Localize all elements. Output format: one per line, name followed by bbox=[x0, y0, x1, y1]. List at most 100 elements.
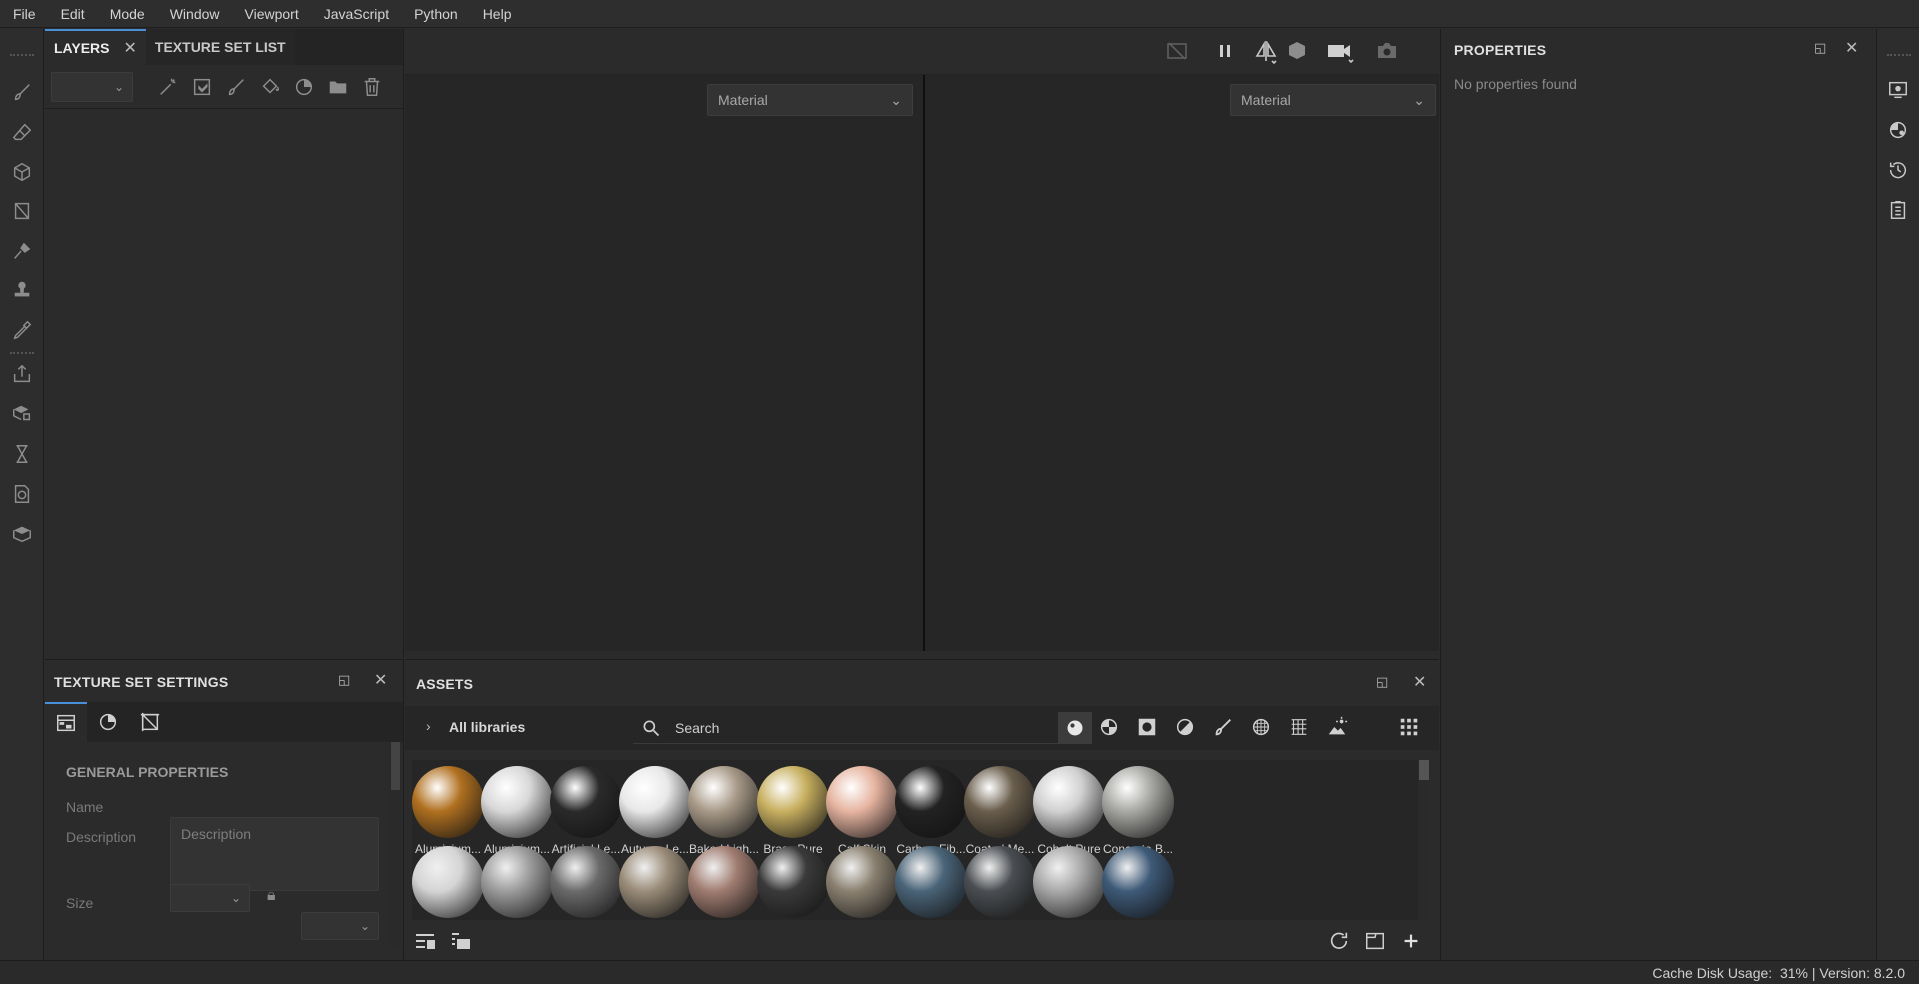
list-settings-icon bbox=[416, 934, 435, 949]
viewport-2d-material-select[interactable]: Material ⌄ bbox=[1230, 84, 1436, 116]
asset-tile[interactable]: Concrete B... bbox=[1096, 766, 1180, 856]
toolbar-grip[interactable] bbox=[1887, 54, 1911, 56]
menu-mode[interactable]: Mode bbox=[110, 6, 145, 22]
shader-settings-button[interactable] bbox=[1885, 117, 1911, 143]
grid-view-button[interactable] bbox=[1398, 716, 1420, 741]
chevron-down-icon: ⌄ bbox=[359, 919, 370, 933]
add-asset-button[interactable] bbox=[1400, 930, 1422, 955]
add-paint-layer-button[interactable] bbox=[219, 70, 253, 104]
viewport-3d-material-select[interactable]: Material ⌄ bbox=[707, 84, 913, 116]
history-button[interactable] bbox=[1885, 157, 1911, 183]
scrollbar-thumb[interactable] bbox=[390, 742, 400, 790]
new-folder-button[interactable] bbox=[1364, 930, 1386, 955]
filter-smart-materials-button[interactable] bbox=[1098, 716, 1120, 741]
filter-smart-masks-button[interactable] bbox=[1136, 716, 1158, 741]
size-height-dropdown[interactable]: ⌄ bbox=[301, 912, 379, 940]
clone-tool[interactable] bbox=[9, 277, 35, 303]
iray-tool[interactable] bbox=[9, 481, 35, 507]
layers-list[interactable] bbox=[45, 109, 403, 657]
projection-tool[interactable] bbox=[9, 159, 35, 185]
channel-dropdown[interactable]: ⌄ bbox=[51, 71, 133, 102]
pause-render-button[interactable] bbox=[1213, 39, 1237, 66]
log-button[interactable] bbox=[1885, 197, 1911, 223]
symmetry-button[interactable] bbox=[1253, 39, 1279, 68]
toolbar-grip[interactable] bbox=[10, 352, 34, 354]
smart-material-icon bbox=[1100, 718, 1118, 736]
display-mode-button[interactable] bbox=[1285, 39, 1309, 66]
texture-set-settings-body: GENERAL PROPERTIES Name Description Desc… bbox=[45, 742, 403, 947]
asset-thumbnail bbox=[412, 846, 484, 918]
asset-thumbnail bbox=[1102, 846, 1174, 918]
shelf-tool[interactable] bbox=[9, 521, 35, 547]
scrollbar-thumb[interactable] bbox=[1419, 760, 1429, 780]
lock-icon[interactable]: 🔒︎ bbox=[267, 887, 276, 905]
filter-textures-button[interactable] bbox=[1250, 716, 1272, 741]
hourglass-icon bbox=[16, 445, 28, 463]
asset-search-input[interactable]: Search bbox=[633, 712, 1058, 744]
menu-edit[interactable]: Edit bbox=[61, 6, 85, 22]
menu-help[interactable]: Help bbox=[483, 6, 512, 22]
close-icon[interactable]: ✕ bbox=[374, 670, 387, 690]
paint-brush-tool[interactable] bbox=[9, 79, 35, 105]
menu-python[interactable]: Python bbox=[414, 6, 458, 22]
scrollbar-track[interactable] bbox=[389, 742, 401, 947]
screenshot-button[interactable] bbox=[1375, 39, 1399, 66]
tab-layers[interactable]: LAYERS ✕ bbox=[45, 29, 146, 65]
smudge-tool[interactable] bbox=[9, 238, 35, 264]
menu-file[interactable]: File bbox=[13, 6, 36, 22]
viewport: Material ⌄ Material ⌄ bbox=[405, 29, 1439, 651]
delete-layer-button[interactable] bbox=[355, 70, 389, 104]
tab-texture-set-list[interactable]: TEXTURE SET LIST bbox=[145, 29, 295, 65]
cube-icon bbox=[13, 162, 31, 182]
library-settings-button[interactable] bbox=[413, 930, 437, 955]
size-width-dropdown[interactable]: ⌄ bbox=[170, 884, 250, 912]
close-icon[interactable]: ✕ bbox=[1845, 38, 1858, 58]
pause-icon bbox=[1220, 45, 1230, 57]
library-selector[interactable]: All libraries bbox=[449, 719, 525, 735]
close-icon[interactable]: ✕ bbox=[1413, 672, 1426, 692]
undock-icon[interactable]: ◱ bbox=[1376, 674, 1388, 690]
history-tool[interactable] bbox=[9, 441, 35, 467]
tab-general[interactable] bbox=[45, 702, 87, 742]
chevron-down-icon: ⌄ bbox=[1413, 92, 1425, 108]
asset-thumbnail bbox=[619, 846, 691, 918]
viewport-3d[interactable]: Material ⌄ bbox=[405, 75, 923, 651]
eraser-tool[interactable] bbox=[9, 119, 35, 145]
export-tool[interactable] bbox=[9, 361, 35, 387]
undock-icon[interactable]: ◱ bbox=[1814, 40, 1826, 56]
tab-mesh-maps[interactable] bbox=[87, 702, 129, 742]
cube-icon bbox=[1289, 42, 1305, 59]
camera-button[interactable] bbox=[1325, 39, 1357, 68]
color-picker-tool[interactable] bbox=[9, 317, 35, 343]
scrollbar-track[interactable] bbox=[1418, 760, 1430, 920]
undock-icon[interactable]: ◱ bbox=[338, 672, 350, 688]
description-label: Description bbox=[66, 829, 137, 845]
chevron-right-icon[interactable]: › bbox=[426, 718, 431, 734]
menu-viewport[interactable]: Viewport bbox=[245, 6, 299, 22]
menu-window[interactable]: Window bbox=[170, 6, 220, 22]
close-icon[interactable]: ✕ bbox=[124, 38, 137, 58]
bake-tool[interactable] bbox=[9, 401, 35, 427]
tab-uv-tiles[interactable] bbox=[129, 702, 171, 742]
viewport-2d[interactable]: Material ⌄ bbox=[925, 75, 1439, 651]
filter-environments-button[interactable] bbox=[1326, 716, 1348, 741]
refresh-button[interactable] bbox=[1328, 930, 1350, 955]
asset-tile[interactable] bbox=[1096, 846, 1180, 918]
filter-filters-button[interactable] bbox=[1174, 716, 1196, 741]
hide-overlay-button[interactable] bbox=[1165, 39, 1189, 66]
toolbar-grip[interactable] bbox=[10, 54, 34, 56]
add-mask-button[interactable] bbox=[185, 70, 219, 104]
polygon-fill-tool[interactable] bbox=[9, 198, 35, 224]
add-fill-layer-button[interactable] bbox=[253, 70, 287, 104]
add-effect-button[interactable] bbox=[151, 70, 185, 104]
add-material-button[interactable] bbox=[287, 70, 321, 104]
add-folder-button[interactable] bbox=[321, 70, 355, 104]
import-resources-button[interactable] bbox=[449, 930, 473, 955]
filter-procedurals-button[interactable] bbox=[1288, 716, 1310, 741]
filter-brushes-button[interactable] bbox=[1212, 716, 1234, 741]
menu-javascript[interactable]: JavaScript bbox=[324, 6, 389, 22]
filter-materials-button[interactable] bbox=[1058, 712, 1092, 744]
chevron-down-icon: ⌄ bbox=[890, 92, 902, 108]
display-settings-button[interactable] bbox=[1885, 77, 1911, 103]
description-field[interactable]: Description bbox=[170, 817, 379, 891]
